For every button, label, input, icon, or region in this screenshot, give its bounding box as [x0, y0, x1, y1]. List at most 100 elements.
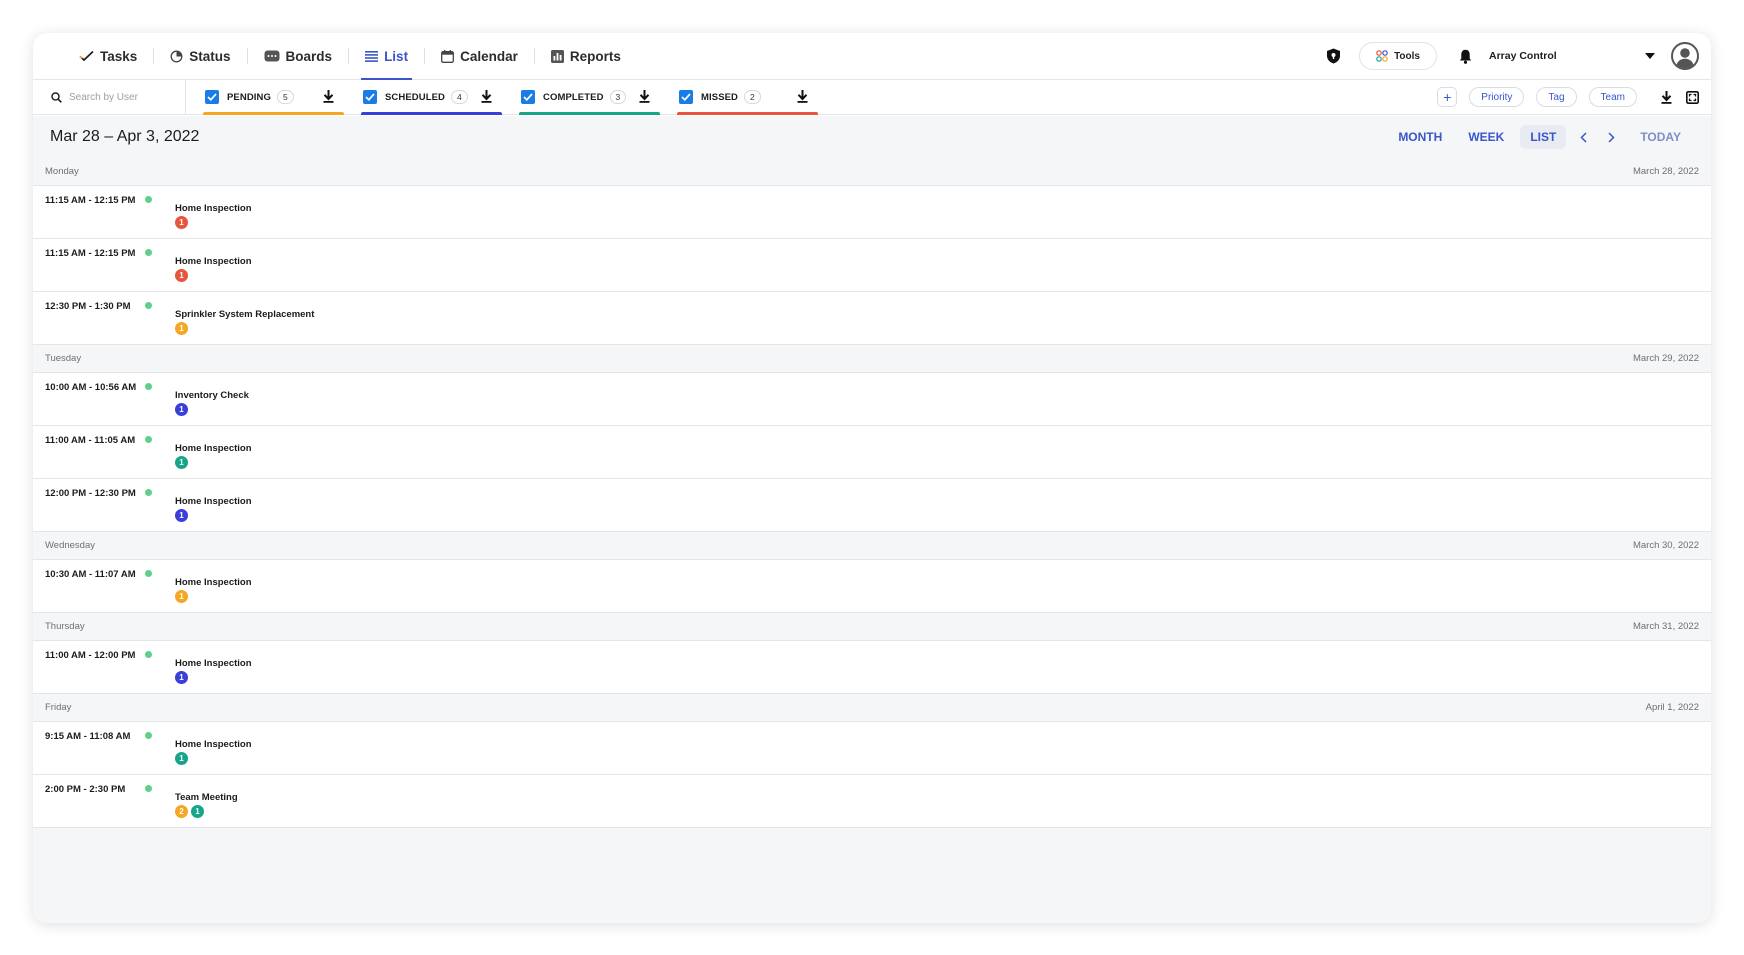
download-completed-button[interactable]	[639, 89, 650, 108]
account-name[interactable]: Array Control	[1489, 50, 1639, 62]
add-filter-button[interactable]: +	[1437, 87, 1458, 107]
search-input[interactable]	[69, 91, 179, 103]
event-title[interactable]: Team Meeting	[175, 792, 238, 803]
account-dropdown-button[interactable]	[1643, 49, 1657, 63]
download-all-button[interactable]	[1657, 88, 1675, 106]
avatar[interactable]	[1671, 42, 1699, 70]
day-date: March 31, 2022	[1632, 621, 1699, 632]
top-nav: Tasks Status Boards List Calendar Report…	[33, 33, 1711, 80]
completed-checkbox[interactable]	[521, 90, 535, 104]
event-row[interactable]: 10:30 AM - 11:07 AM Home Inspection 1	[33, 560, 1711, 613]
list-view-button[interactable]: LIST	[1520, 125, 1567, 149]
day-name: Monday	[45, 166, 79, 177]
week-view-button[interactable]: WEEK	[1458, 125, 1514, 149]
nav-calendar[interactable]: Calendar	[425, 33, 534, 80]
download-icon	[1661, 90, 1671, 104]
nav-tasks[interactable]: Tasks	[63, 33, 153, 80]
event-title[interactable]: Inventory Check	[175, 390, 249, 401]
event-row[interactable]: 11:15 AM - 12:15 PM Home Inspection 1	[33, 186, 1711, 239]
event-badges: 1	[175, 456, 188, 469]
app-window: Tasks Status Boards List Calendar Report…	[33, 33, 1711, 923]
nav-reports[interactable]: Reports	[535, 33, 637, 80]
nav-list[interactable]: List	[349, 33, 424, 80]
day-date: March 30, 2022	[1632, 540, 1699, 551]
event-row[interactable]: 12:00 PM - 12:30 PM Home Inspection 1	[33, 479, 1711, 532]
check-icon	[79, 50, 94, 62]
nav-status[interactable]: Status	[154, 33, 246, 80]
filter-actions: + Priority Tag Team	[1437, 87, 1711, 107]
event-badges: 1	[175, 590, 188, 603]
priority-badge: 1	[175, 456, 188, 469]
notifications-button[interactable]	[1453, 44, 1477, 68]
download-pending-button[interactable]	[323, 89, 334, 108]
event-time: 2:00 PM - 2:30 PM	[45, 784, 126, 795]
event-time: 10:30 AM - 11:07 AM	[45, 569, 136, 580]
pending-checkbox[interactable]	[205, 90, 219, 104]
scheduled-checkbox[interactable]	[363, 90, 377, 104]
priority-badge: 1	[175, 509, 188, 522]
event-title[interactable]: Home Inspection	[175, 203, 252, 214]
priority-filter-button[interactable]: Priority	[1469, 87, 1525, 107]
download-icon	[481, 89, 492, 103]
event-title[interactable]: Home Inspection	[175, 577, 252, 588]
event-status-dot	[145, 196, 152, 203]
filter-tab-missed[interactable]: MISSED 2	[677, 80, 818, 115]
day-list: Monday March 28, 2022 11:15 AM - 12:15 PM H…	[33, 158, 1711, 828]
download-missed-button[interactable]	[797, 89, 808, 108]
event-row[interactable]: 11:00 AM - 12:00 PM Home Inspection 1	[33, 641, 1711, 694]
event-title[interactable]: Home Inspection	[175, 256, 252, 267]
event-row[interactable]: 12:30 PM - 1:30 PM Sprinkler System Repla…	[33, 292, 1711, 345]
event-row[interactable]: 11:00 AM - 11:05 AM Home Inspection 1	[33, 426, 1711, 479]
today-button[interactable]: TODAY	[1630, 125, 1691, 149]
next-button[interactable]	[1600, 126, 1622, 148]
day-date: March 29, 2022	[1632, 353, 1699, 364]
filter-tab-scheduled[interactable]: SCHEDULED 4	[361, 80, 502, 115]
priority-badge: 1	[175, 671, 188, 684]
event-row[interactable]: 10:00 AM - 10:56 AM Inventory Check 1	[33, 373, 1711, 426]
priority-badge: 1	[175, 590, 188, 603]
filter-count-badge: 2	[744, 90, 761, 104]
event-badges: 1	[175, 269, 188, 282]
event-badges: 1	[175, 671, 188, 684]
nav-boards[interactable]: Boards	[248, 33, 349, 80]
download-scheduled-button[interactable]	[481, 89, 492, 108]
event-row[interactable]: 9:15 AM - 11:08 AM Home Inspection 1	[33, 722, 1711, 775]
event-time: 12:30 PM - 1:30 PM	[45, 301, 131, 312]
security-shield-button[interactable]	[1319, 42, 1347, 70]
team-filter-button[interactable]: Team	[1588, 87, 1637, 107]
day-date: March 28, 2022	[1632, 166, 1699, 177]
event-row[interactable]: 2:00 PM - 2:30 PM Team Meeting 2 1	[33, 775, 1711, 828]
checkmark-icon	[681, 93, 691, 101]
download-icon	[323, 89, 334, 103]
download-icon	[797, 89, 808, 103]
event-badges: 1	[175, 403, 188, 416]
event-title[interactable]: Home Inspection	[175, 658, 252, 669]
filter-bar: PENDING 5 SCHEDULED 4 COMPLETED 3 MISSED…	[33, 79, 1711, 115]
filter-tab-pending[interactable]: PENDING 5	[203, 80, 344, 115]
checkmark-icon	[523, 93, 533, 101]
event-title[interactable]: Sprinkler System Replacement	[175, 309, 314, 320]
filter-color-bar	[203, 111, 344, 115]
boards-icon	[264, 50, 280, 62]
caret-down-icon	[1645, 53, 1655, 59]
event-title[interactable]: Home Inspection	[175, 496, 252, 507]
month-view-button[interactable]: MONTH	[1388, 125, 1452, 149]
event-title[interactable]: Home Inspection	[175, 443, 252, 454]
search-icon	[51, 91, 62, 103]
prev-button[interactable]	[1572, 126, 1594, 148]
tag-filter-button[interactable]: Tag	[1536, 87, 1577, 107]
event-title[interactable]: Home Inspection	[175, 739, 252, 750]
day-header: Wednesday March 30, 2022	[33, 532, 1711, 560]
event-row[interactable]: 11:15 AM - 12:15 PM Home Inspection 1	[33, 239, 1711, 292]
event-status-dot	[145, 732, 152, 739]
missed-checkbox[interactable]	[679, 90, 693, 104]
filter-count-badge: 3	[609, 90, 627, 104]
status-icon	[170, 50, 183, 62]
event-badges: 21	[175, 805, 204, 818]
tools-button[interactable]: Tools	[1359, 42, 1437, 70]
day-name: Wednesday	[45, 540, 95, 551]
tools-grid-icon	[1376, 50, 1388, 62]
filter-tab-completed[interactable]: COMPLETED 3	[519, 80, 660, 115]
fullscreen-button[interactable]	[1683, 88, 1701, 106]
checkmark-icon	[365, 93, 375, 101]
